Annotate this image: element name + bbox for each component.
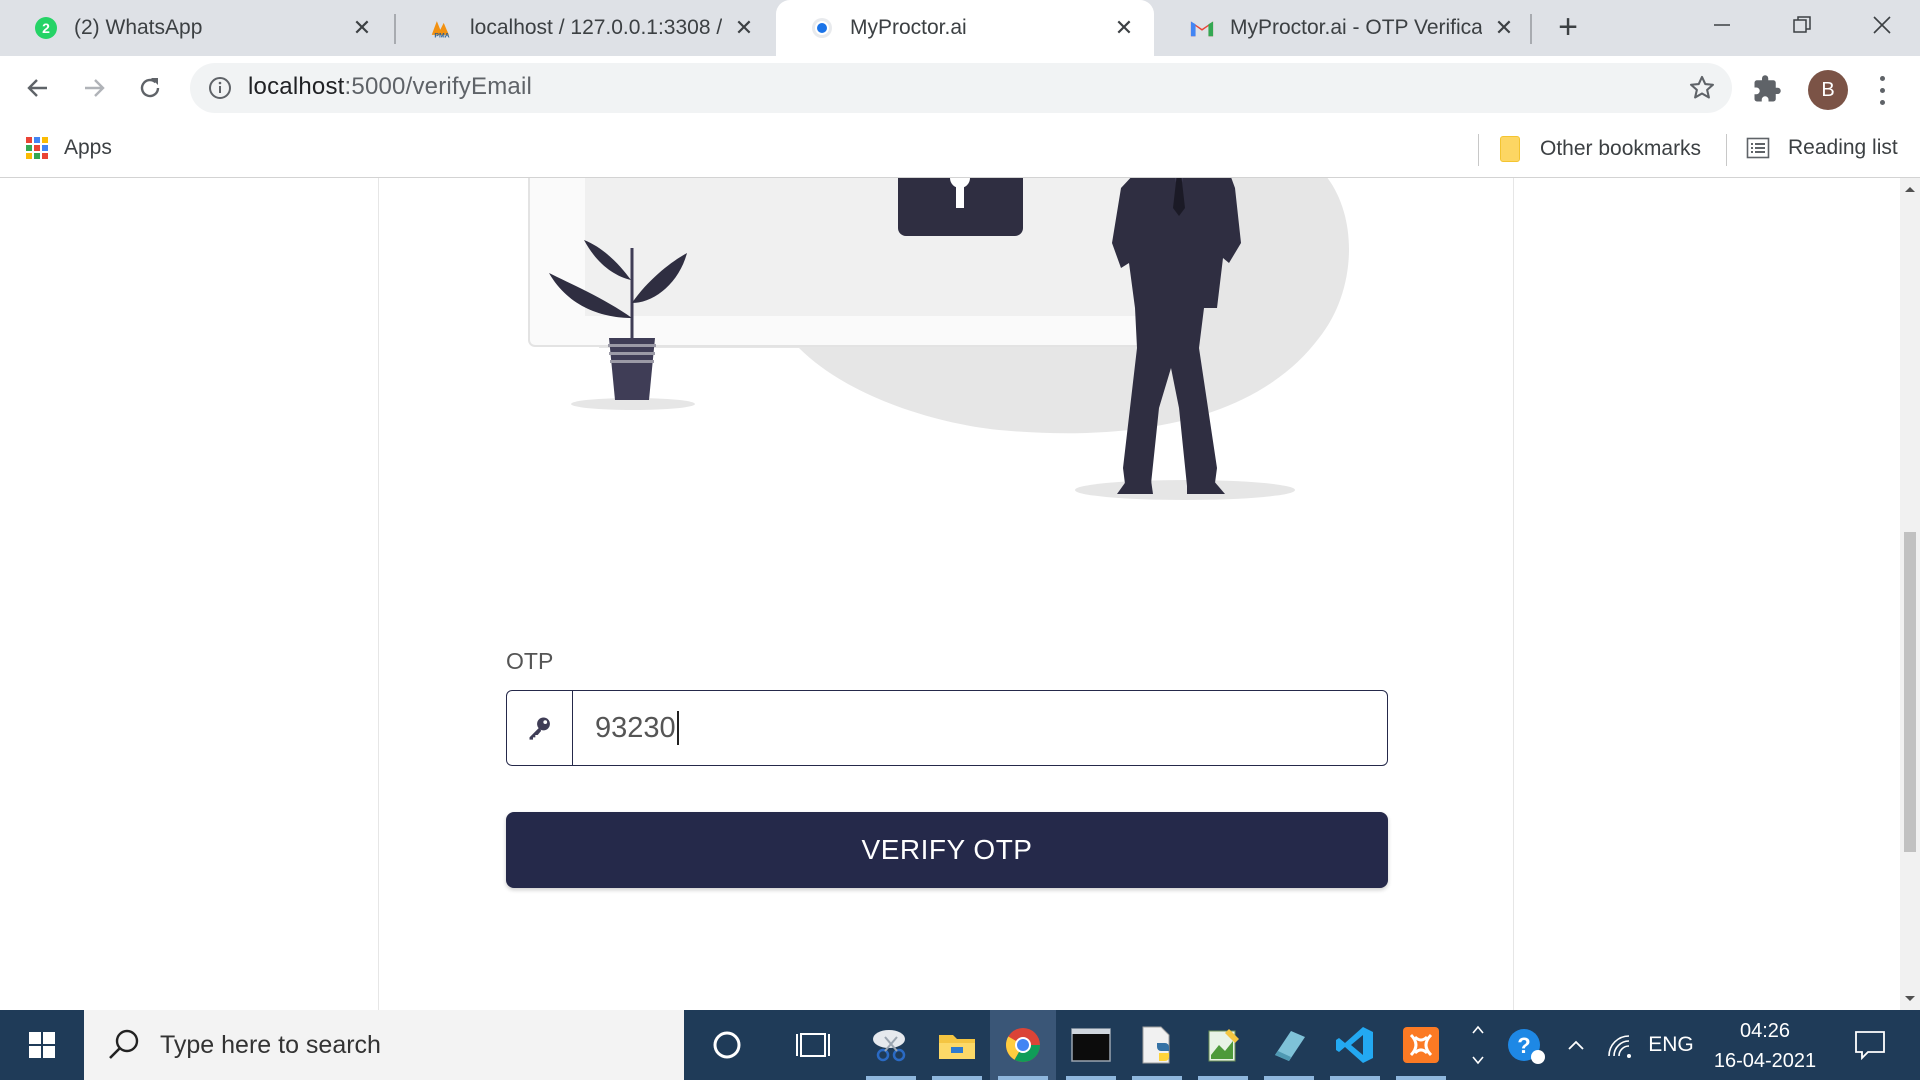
page-viewport: OTP 93230 VERIFY OTP [0,178,1900,1010]
taskbar-search-box[interactable]: Type here to search [84,1010,684,1080]
lock-icon [898,178,1023,236]
tab-badge: 2 [42,20,50,36]
clock-time: 04:26 [1739,1020,1791,1042]
bookmark-apps[interactable]: Apps [26,136,112,160]
snipping-tool-icon[interactable] [858,1010,924,1080]
other-bookmarks[interactable]: Other bookmarks [1500,136,1701,162]
folder-icon [1500,136,1520,162]
wifi-icon[interactable] [1598,1010,1642,1080]
bookmarks-bar: Apps Other bookmarks Reading list [0,124,1920,178]
browser-toolbar: localhost:5000/verifyEmail B [0,56,1920,124]
tray-scroll-icon[interactable] [1460,1010,1496,1080]
whatsapp-icon: 2 [34,16,58,40]
otp-value: 93230 [595,711,676,744]
chrome-icon[interactable] [990,1010,1056,1080]
forward-icon[interactable] [72,66,116,110]
python-file-icon[interactable] [1124,1010,1190,1080]
tab-strip: 2 (2) WhatsApp ✕ PMA localhost / 127.0.0… [0,0,1920,56]
eraser-app-icon[interactable] [1256,1010,1322,1080]
new-tab-button[interactable]: + [1550,10,1586,46]
close-icon[interactable]: ✕ [732,15,756,40]
back-icon[interactable] [16,66,60,110]
info-icon[interactable] [208,76,232,100]
security-illustration [528,178,1349,500]
scroll-down-icon[interactable] [1900,988,1920,1010]
tab-gmail[interactable]: MyProctor.ai - OTP Verificatio ✕ [1156,0,1534,56]
tab-title: (2) WhatsApp [74,16,203,39]
chrome-icon [810,16,834,40]
tab-title: localhost / 127.0.0.1:3308 / q [470,16,722,39]
bookmark-star-icon[interactable] [1688,74,1716,102]
profile-avatar[interactable]: B [1808,70,1848,110]
windows-start-icon[interactable] [0,1010,84,1080]
close-window-icon[interactable] [1842,0,1920,50]
reading-list-icon [1746,136,1770,160]
notepad-icon[interactable] [1190,1010,1256,1080]
file-explorer-icon[interactable] [924,1010,990,1080]
close-icon[interactable]: ✕ [1112,15,1136,40]
bookmark-separator [1478,134,1479,166]
otp-field[interactable]: 93230 [573,691,1387,765]
scroll-up-icon[interactable] [1900,178,1920,200]
system-clock[interactable]: 04:26 16-04-2021 [1700,1016,1830,1076]
reading-list-label: Reading list [1788,136,1898,159]
extensions-puzzle-icon[interactable] [1752,74,1784,106]
terminal-icon[interactable] [1058,1010,1124,1080]
apps-grid-icon [26,137,48,159]
search-placeholder: Type here to search [160,1030,381,1059]
xampp-icon[interactable] [1388,1010,1454,1080]
search-icon [104,1025,144,1065]
reading-list[interactable]: Reading list [1746,136,1898,160]
reload-icon[interactable] [128,66,172,110]
help-icon[interactable]: ? [1500,1010,1552,1080]
tab-separator [1530,14,1532,44]
tab-myproctor[interactable]: MyProctor.ai ✕ [776,0,1154,56]
gmail-icon [1190,16,1214,40]
windows-taskbar: Type here to search ? ENG 04:26 16-04-20… [0,1010,1920,1080]
url-path: :5000/verifyEmail [344,73,533,100]
notification-center-icon[interactable] [1840,1010,1900,1080]
clock-date: 16-04-2021 [1713,1050,1817,1072]
verify-otp-button[interactable]: VERIFY OTP [506,812,1388,888]
text-caret [676,711,679,745]
other-bookmarks-label: Other bookmarks [1540,137,1702,160]
more-menu-icon[interactable] [1870,72,1894,108]
chevron-up-icon[interactable] [1556,1010,1596,1080]
vertical-scrollbar[interactable] [1900,178,1920,1010]
url-text: localhost:5000/verifyEmail [248,73,532,101]
task-view-icon[interactable] [780,1010,846,1080]
key-icon [507,691,573,765]
scrollbar-thumb[interactable] [1904,532,1916,852]
vscode-icon[interactable] [1322,1010,1388,1080]
tab-phpmyadmin[interactable]: PMA localhost / 127.0.0.1:3308 / q ✕ [396,0,774,56]
cortana-icon[interactable] [694,1010,760,1080]
language-indicator[interactable]: ENG [1644,1010,1698,1080]
phpmyadmin-icon: PMA [430,16,454,40]
close-icon[interactable]: ✕ [350,15,374,40]
minimize-icon[interactable] [1682,0,1762,50]
verify-card: OTP 93230 VERIFY OTP [378,178,1514,1010]
otp-input-group: 93230 [506,690,1388,766]
svg-text:?: ? [1517,1033,1530,1058]
apps-label: Apps [64,136,112,159]
tab-whatsapp[interactable]: 2 (2) WhatsApp ✕ [0,0,392,56]
restore-icon[interactable] [1762,0,1842,50]
address-bar[interactable]: localhost:5000/verifyEmail [190,63,1732,113]
tab-title: MyProctor.ai - OTP Verificatio [1230,16,1482,39]
bookmark-separator [1726,134,1727,166]
close-icon[interactable]: ✕ [1492,15,1516,40]
url-host: localhost [248,73,345,100]
svg-text:PMA: PMA [434,32,449,39]
otp-label: OTP [506,648,554,674]
tab-title: MyProctor.ai [850,16,967,39]
